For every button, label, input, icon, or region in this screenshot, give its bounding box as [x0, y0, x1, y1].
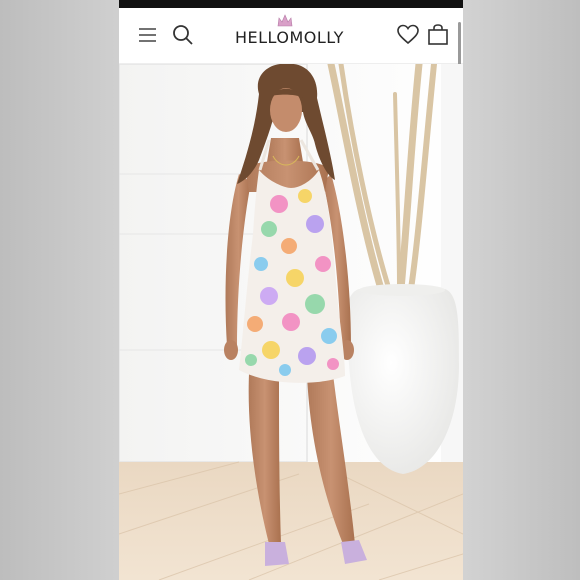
site-header: HELLOMOLLY: [119, 8, 463, 118]
search-icon[interactable]: [171, 23, 195, 47]
brand-logo[interactable]: HELLOMOLLY: [235, 28, 344, 47]
mobile-page: HELLOMOLLY: [119, 8, 463, 580]
screenshot-frame: HELLOMOLLY: [0, 0, 580, 580]
crown-icon: [277, 14, 293, 27]
status-bar: [119, 0, 463, 8]
heart-icon[interactable]: [396, 23, 420, 47]
hamburger-icon[interactable]: [136, 23, 160, 47]
product-hero-image[interactable]: [119, 64, 463, 580]
shopping-bag-icon[interactable]: [426, 23, 450, 47]
